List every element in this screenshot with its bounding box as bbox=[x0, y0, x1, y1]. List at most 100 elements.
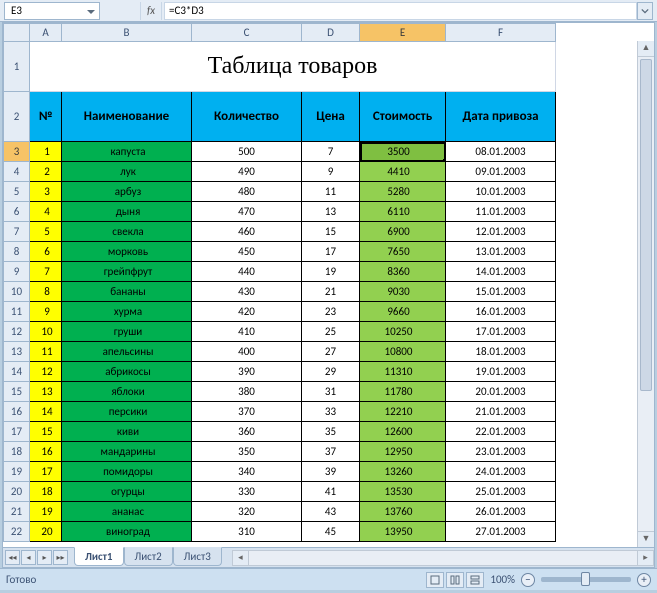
cell-name[interactable]: капуста bbox=[62, 142, 192, 162]
page-title[interactable]: Таблица товаров bbox=[30, 42, 556, 92]
tab-nav-prev[interactable]: ◂ bbox=[21, 550, 36, 565]
row-header-3[interactable]: 3 bbox=[4, 142, 30, 162]
cell-name[interactable]: виноград bbox=[62, 522, 192, 542]
cell-num[interactable]: 14 bbox=[30, 402, 62, 422]
cell-date[interactable]: 17.01.2003 bbox=[446, 322, 556, 342]
cell-num[interactable]: 9 bbox=[30, 302, 62, 322]
cell-qty[interactable]: 350 bbox=[192, 442, 302, 462]
cell-qty[interactable]: 320 bbox=[192, 502, 302, 522]
column-header-E[interactable]: E bbox=[360, 24, 446, 42]
formula-expand-button[interactable] bbox=[637, 2, 653, 20]
column-header-C[interactable]: C bbox=[192, 24, 302, 42]
cell-qty[interactable]: 480 bbox=[192, 182, 302, 202]
cell-price[interactable]: 37 bbox=[302, 442, 360, 462]
cell-qty[interactable]: 310 bbox=[192, 522, 302, 542]
fx-button[interactable]: fx bbox=[140, 2, 162, 20]
cell-price[interactable]: 45 bbox=[302, 522, 360, 542]
cell-cost[interactable]: 4410 bbox=[360, 162, 446, 182]
row-header-19[interactable]: 19 bbox=[4, 462, 30, 482]
tab-nav-last[interactable]: ▸▸ bbox=[53, 550, 68, 565]
cell-qty[interactable]: 470 bbox=[192, 202, 302, 222]
row-header-22[interactable]: 22 bbox=[4, 522, 30, 542]
column-header-F[interactable]: F bbox=[446, 24, 556, 42]
row-header-6[interactable]: 6 bbox=[4, 202, 30, 222]
cell-num[interactable]: 11 bbox=[30, 342, 62, 362]
cell-qty[interactable]: 400 bbox=[192, 342, 302, 362]
table-header-qty[interactable]: Количество bbox=[192, 92, 302, 142]
cell-num[interactable]: 17 bbox=[30, 462, 62, 482]
cell-date[interactable]: 21.01.2003 bbox=[446, 402, 556, 422]
cell-num[interactable]: 10 bbox=[30, 322, 62, 342]
cell-price[interactable]: 43 bbox=[302, 502, 360, 522]
cell-name[interactable]: яблоки bbox=[62, 382, 192, 402]
cell-num[interactable]: 20 bbox=[30, 522, 62, 542]
zoom-in-button[interactable]: + bbox=[637, 573, 651, 587]
cell-name[interactable]: морковь bbox=[62, 242, 192, 262]
vertical-scrollbar[interactable]: ▲ ▼ bbox=[637, 41, 654, 547]
cell-cost[interactable]: 12950 bbox=[360, 442, 446, 462]
cell-name[interactable]: ананас bbox=[62, 502, 192, 522]
table-header-date[interactable]: Дата привоза bbox=[446, 92, 556, 142]
column-header-A[interactable]: A bbox=[30, 24, 62, 42]
cell-num[interactable]: 18 bbox=[30, 482, 62, 502]
cell-cost[interactable]: 9660 bbox=[360, 302, 446, 322]
vscroll-thumb[interactable] bbox=[640, 59, 652, 391]
cell-date[interactable]: 11.01.2003 bbox=[446, 202, 556, 222]
row-header-4[interactable]: 4 bbox=[4, 162, 30, 182]
row-header-20[interactable]: 20 bbox=[4, 482, 30, 502]
cell-qty[interactable]: 410 bbox=[192, 322, 302, 342]
cell-qty[interactable]: 390 bbox=[192, 362, 302, 382]
cell-name[interactable]: свекла bbox=[62, 222, 192, 242]
cell-num[interactable]: 2 bbox=[30, 162, 62, 182]
view-normal-button[interactable] bbox=[426, 572, 444, 588]
cell-num[interactable]: 19 bbox=[30, 502, 62, 522]
zoom-slider[interactable] bbox=[541, 577, 631, 582]
table-header-num[interactable]: № bbox=[30, 92, 62, 142]
row-header-11[interactable]: 11 bbox=[4, 302, 30, 322]
formula-input[interactable]: =C3*D3 bbox=[164, 2, 637, 20]
row-header-16[interactable]: 16 bbox=[4, 402, 30, 422]
cell-qty[interactable]: 340 bbox=[192, 462, 302, 482]
cell-cost[interactable]: 10250 bbox=[360, 322, 446, 342]
cell-date[interactable]: 12.01.2003 bbox=[446, 222, 556, 242]
cell-price[interactable]: 31 bbox=[302, 382, 360, 402]
cell-date[interactable]: 08.01.2003 bbox=[446, 142, 556, 162]
cell-date[interactable]: 27.01.2003 bbox=[446, 522, 556, 542]
row-header-2[interactable]: 2 bbox=[4, 92, 30, 142]
horizontal-scrollbar[interactable]: ◂ ▸ bbox=[232, 550, 654, 566]
table-header-price[interactable]: Цена bbox=[302, 92, 360, 142]
scroll-left-button[interactable]: ◂ bbox=[233, 551, 249, 565]
cell-qty[interactable]: 360 bbox=[192, 422, 302, 442]
row-header-1[interactable]: 1 bbox=[4, 42, 30, 92]
cell-name[interactable]: персики bbox=[62, 402, 192, 422]
cell-qty[interactable]: 430 bbox=[192, 282, 302, 302]
cell-qty[interactable]: 370 bbox=[192, 402, 302, 422]
cell-date[interactable]: 14.01.2003 bbox=[446, 262, 556, 282]
cell-name[interactable]: абрикосы bbox=[62, 362, 192, 382]
cell-price[interactable]: 15 bbox=[302, 222, 360, 242]
row-header-12[interactable]: 12 bbox=[4, 322, 30, 342]
cell-num[interactable]: 4 bbox=[30, 202, 62, 222]
cell-num[interactable]: 6 bbox=[30, 242, 62, 262]
select-all-corner[interactable] bbox=[4, 24, 30, 42]
cell-cost[interactable]: 6110 bbox=[360, 202, 446, 222]
cell-price[interactable]: 9 bbox=[302, 162, 360, 182]
cell-name[interactable]: апельсины bbox=[62, 342, 192, 362]
tab-nav-next[interactable]: ▸ bbox=[37, 550, 52, 565]
cell-cost[interactable]: 8360 bbox=[360, 262, 446, 282]
cell-price[interactable]: 35 bbox=[302, 422, 360, 442]
cell-cost[interactable]: 10800 bbox=[360, 342, 446, 362]
cell-date[interactable]: 24.01.2003 bbox=[446, 462, 556, 482]
cell-price[interactable]: 13 bbox=[302, 202, 360, 222]
cell-name[interactable]: хурма bbox=[62, 302, 192, 322]
spreadsheet-grid[interactable]: ABCDEF1Таблица товаров2№НаименованиеКоли… bbox=[3, 23, 556, 542]
cell-price[interactable]: 23 bbox=[302, 302, 360, 322]
row-header-10[interactable]: 10 bbox=[4, 282, 30, 302]
cell-cost[interactable]: 9030 bbox=[360, 282, 446, 302]
row-header-8[interactable]: 8 bbox=[4, 242, 30, 262]
row-header-14[interactable]: 14 bbox=[4, 362, 30, 382]
table-header-name[interactable]: Наименование bbox=[62, 92, 192, 142]
cell-cost[interactable]: 13760 bbox=[360, 502, 446, 522]
row-header-18[interactable]: 18 bbox=[4, 442, 30, 462]
column-header-D[interactable]: D bbox=[302, 24, 360, 42]
